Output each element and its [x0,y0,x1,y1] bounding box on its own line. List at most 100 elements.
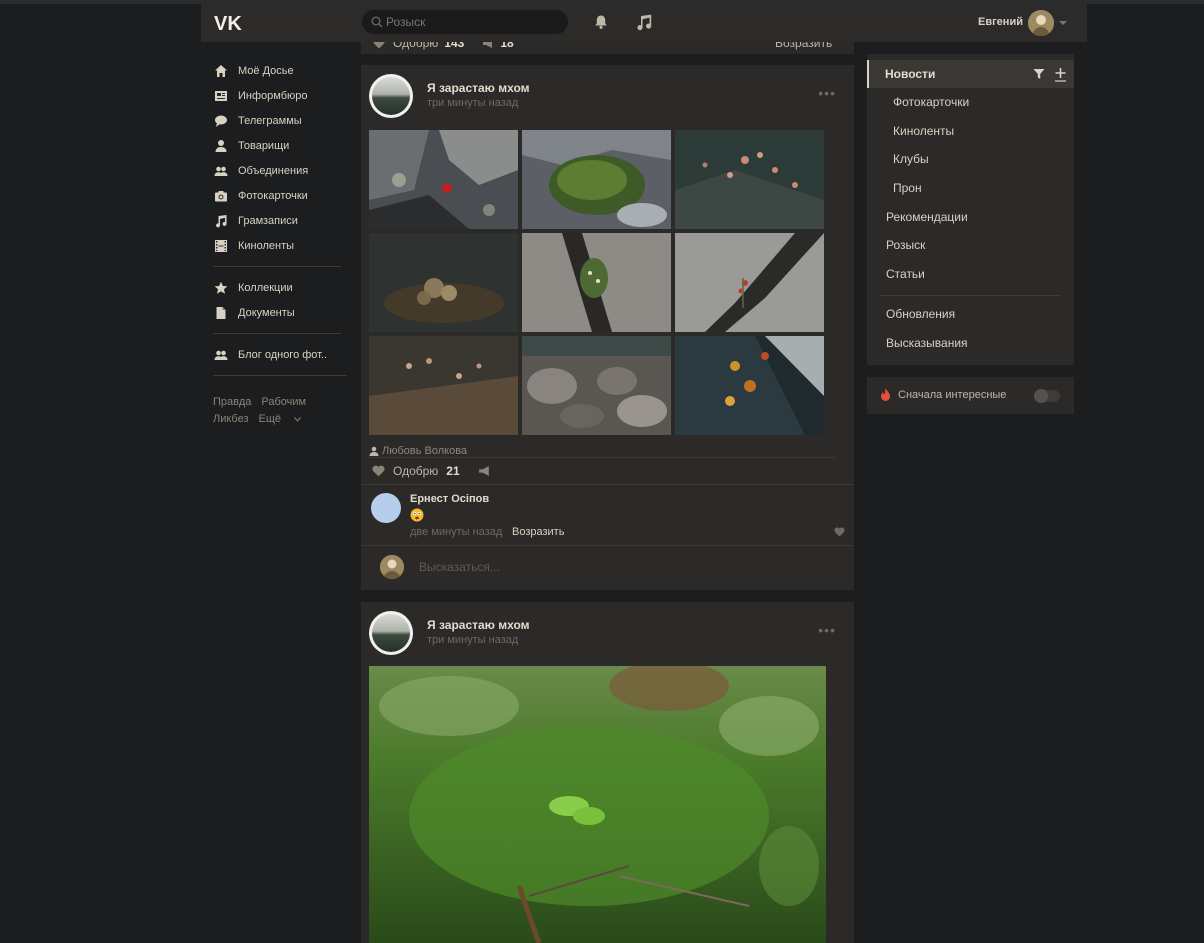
photo-thumbnail[interactable] [522,336,671,435]
filter-item-recommendations[interactable]: Рекомендации [867,203,1093,231]
reply-link[interactable]: Возразить [775,42,832,50]
filter-item-comments[interactable]: Высказывания [867,329,1093,357]
emoji-icon [410,508,424,522]
photo-author-name: Любовь Волкова [382,445,468,457]
comment-reply-button[interactable]: Возразить [512,526,564,538]
photo-thumbnail[interactable] [522,130,671,229]
bell-icon[interactable] [593,14,609,30]
previous-post-footer: Одобрю 143 18 Возразить [361,42,854,54]
share-count: 18 [500,42,514,50]
post-author-title[interactable]: Я зарастаю мхом [427,618,530,632]
filter-item-updates[interactable]: Обновления [867,300,1093,328]
filter-icon[interactable] [1033,68,1045,80]
sidebar-item-photos[interactable]: Фотокарточки [213,183,353,208]
heart-icon[interactable] [834,527,845,537]
filter-item-photos[interactable]: Фотокарточки [867,88,1100,116]
user-icon [369,446,379,456]
footer-link-more[interactable]: Ещё [259,413,302,425]
chat-bubble-icon [213,113,229,129]
post-time[interactable]: три минуты назад [427,97,518,109]
footer-link-more-label: Ещё [258,413,282,425]
sidebar-item-messages[interactable]: Телеграммы [213,108,353,133]
sidebar-item-groups[interactable]: Объединения [213,158,353,183]
photo-thumbnail[interactable] [675,336,824,435]
interesting-first-switch[interactable] [1034,389,1060,403]
toggle-label: Сначала интересные [898,389,1007,401]
sidebar-item-videos[interactable]: Киноленты [213,233,353,258]
heart-icon[interactable] [373,42,385,49]
photo-thumbnail[interactable] [369,130,518,229]
add-icon[interactable] [1054,67,1067,82]
divider [369,457,836,458]
sidebar-item-profile[interactable]: Моё Досье [213,58,353,83]
filter-item-pron[interactable]: Прон [867,174,1100,202]
filter-item-clubs[interactable]: Клубы [867,145,1100,173]
home-icon [213,63,229,79]
sidebar-item-documents[interactable]: Документы [213,300,353,325]
sidebar-item-label: Моё Досье [238,64,294,77]
sidebar-item-label: Киноленты [238,239,295,252]
sidebar-item-label: Товарищи [238,139,290,152]
svg-text:VK: VK [214,13,242,34]
sidebar-item-friends[interactable]: Товарищи [213,133,353,158]
more-options-icon[interactable]: ••• [818,85,836,101]
filter-item-videos[interactable]: Киноленты [867,117,1100,145]
comment-time[interactable]: две минуты назад [410,526,502,538]
megaphone-icon[interactable] [478,465,491,477]
user-avatar[interactable] [1028,10,1054,36]
sidebar-item-news[interactable]: Информбюро [213,83,353,108]
filter-item-news[interactable]: Новости [867,60,1074,88]
post-author-title[interactable]: Я зарастаю мхом [427,81,530,95]
megaphone-icon[interactable] [482,42,494,49]
photo-thumbnail[interactable] [369,336,518,435]
community-avatar[interactable] [369,611,413,655]
commenter-name[interactable]: Ернест Осiпов [410,493,489,505]
search-input[interactable] [362,10,568,34]
sidebar-item-bookmarks[interactable]: Коллекции [213,275,353,300]
filter-item-label: Розыск [886,238,926,252]
music-note-icon[interactable] [635,13,653,31]
post-time[interactable]: три минуты назад [427,634,518,646]
like-count: 21 [446,464,460,478]
vk-logo-icon[interactable]: VK [214,12,246,34]
filter-item-articles[interactable]: Статьи [867,260,1093,288]
more-options-icon[interactable]: ••• [818,622,836,638]
footer-links: Правда Рабочим Ликбез Ещё [213,394,353,428]
post-photo[interactable] [369,666,826,943]
left-sidebar: Моё Досье Информбюро Телеграммы Товарищи… [213,58,353,428]
photo-author[interactable]: Любовь Волкова [369,445,467,457]
filter-item-label: Обновления [886,307,956,321]
footer-link-rabochim[interactable]: Рабочим [261,396,306,408]
chevron-down-icon[interactable] [1059,20,1067,26]
photo-thumbnail[interactable] [522,233,671,332]
username[interactable]: Евгений [978,16,1023,28]
footer-link-likbez[interactable]: Ликбез [213,413,249,425]
sidebar-item-music[interactable]: Грамзаписи [213,208,353,233]
filter-item-search[interactable]: Розыск [867,231,1093,259]
post-card: Я зарастаю мхом три минуты назад ••• [361,602,854,943]
commenter-avatar[interactable] [371,493,401,523]
community-avatar[interactable] [369,74,413,118]
photo-thumbnail[interactable] [675,233,824,332]
sidebar-item-blog[interactable]: Блог одного фот.. [213,342,353,367]
photo-thumbnail[interactable] [369,233,518,332]
heart-icon[interactable] [372,465,385,477]
comment-input[interactable]: Высказаться... [419,560,500,574]
divider [213,266,341,267]
like-label[interactable]: Одобрю [393,42,438,50]
fire-icon [881,388,890,401]
sidebar-item-label: Грамзаписи [238,214,298,227]
divider [361,484,854,485]
star-icon [213,280,229,296]
document-icon [213,305,229,321]
group-icon [213,347,229,363]
photo-thumbnail[interactable] [675,130,824,229]
camera-icon [213,188,229,204]
header-bar: VK Евгений [201,4,1087,42]
filter-item-label: Рекомендации [886,210,968,224]
filter-item-label: Киноленты [893,124,955,138]
header: VK Евгений [0,4,1204,42]
footer-link-pravda[interactable]: Правда [213,396,251,408]
sidebar-item-label: Блог одного фот.. [238,348,328,361]
like-label[interactable]: Одобрю [393,464,438,478]
